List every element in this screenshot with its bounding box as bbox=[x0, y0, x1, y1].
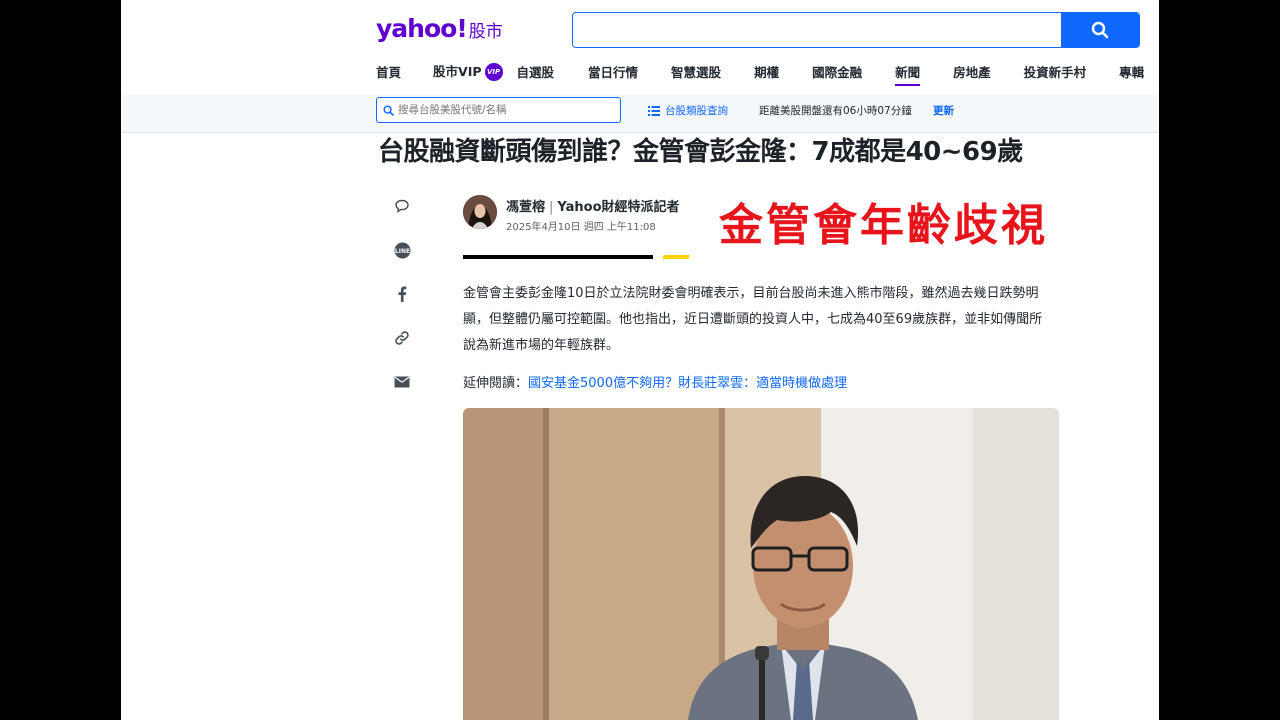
share-line-button[interactable]: LINE bbox=[389, 237, 415, 263]
facebook-icon bbox=[398, 286, 407, 302]
search-icon bbox=[1091, 21, 1109, 39]
site-search-box bbox=[572, 12, 1140, 48]
copy-link-button[interactable] bbox=[389, 325, 415, 351]
quote-search-input[interactable] bbox=[398, 104, 608, 116]
article-photo[interactable] bbox=[463, 408, 1059, 720]
comment-button[interactable] bbox=[389, 193, 415, 219]
author-line: 馮萱榕 | Yahoo財經特派記者 bbox=[506, 196, 680, 215]
nav-item-real-estate[interactable]: 房地產 bbox=[953, 62, 991, 81]
related-label: 延伸閱讀： bbox=[463, 376, 529, 391]
nav-item-news[interactable]: 新聞 bbox=[895, 62, 921, 86]
related-link[interactable]: 國安基金5000億不夠用？財長莊翠雲：適當時機做處理 bbox=[528, 376, 847, 391]
link-icon bbox=[395, 331, 409, 345]
publish-date: 2025年4月10日 週四 上午11:08 bbox=[506, 222, 656, 233]
share-facebook-button[interactable] bbox=[389, 281, 415, 307]
browser-page: yahoo! 股市 首頁 股市VIP VIP 自選股 當日行情 智慧選股 期權 國… bbox=[121, 0, 1159, 720]
author-avatar[interactable] bbox=[463, 195, 497, 229]
byline-divider-accent bbox=[662, 255, 690, 259]
article-headline: 台股融資斷頭傷到誰？金管會彭金隆：7成都是40~69歲 bbox=[378, 137, 1023, 167]
comment-icon bbox=[395, 199, 409, 213]
article-body: 金管會主委彭金隆10日於立法院財委會明確表示，目前台股尚未進入熊市階段，雖然過去… bbox=[463, 286, 1043, 353]
official-portrait-image bbox=[463, 408, 1059, 720]
nav-item-home[interactable]: 首頁 bbox=[376, 62, 401, 81]
share-rail: LINE bbox=[389, 193, 415, 413]
category-query-label: 台股類股查詢 bbox=[665, 105, 728, 117]
nav-item-beginner[interactable]: 投資新手村 bbox=[1024, 62, 1087, 81]
site-header: yahoo! 股市 首頁 股市VIP VIP 自選股 當日行情 智慧選股 期權 國… bbox=[121, 0, 1159, 95]
related-reading: 延伸閱讀：國安基金5000億不夠用？財長莊翠雲：適當時機做處理 bbox=[463, 372, 847, 391]
site-search-button[interactable] bbox=[1061, 13, 1139, 47]
nav-item-vip-label: 股市VIP bbox=[433, 63, 482, 79]
nav-item-daily-market[interactable]: 當日行情 bbox=[588, 62, 638, 81]
list-icon bbox=[648, 105, 660, 116]
nav-item-albums[interactable]: 專輯 bbox=[1119, 62, 1144, 81]
overlay-caption: 金管會年齡歧視 bbox=[719, 200, 1048, 251]
author-photo bbox=[463, 195, 497, 229]
category-query-link[interactable]: 台股類股查詢 bbox=[648, 103, 728, 118]
yahoo-stock-logo[interactable]: yahoo! 股市 bbox=[376, 14, 503, 46]
author-name[interactable]: 馮萱榕 bbox=[506, 200, 545, 215]
byline-divider bbox=[463, 255, 653, 259]
nav-item-watchlist[interactable]: 自選股 bbox=[517, 62, 555, 81]
vip-badge: VIP bbox=[484, 63, 503, 82]
author-separator: | bbox=[549, 200, 554, 215]
nav-item-smart-picks[interactable]: 智慧選股 bbox=[671, 62, 721, 81]
site-search-input[interactable] bbox=[573, 13, 1061, 47]
quote-subbar: 台股類股查詢 距離美股開盤還有06小時07分鐘 更新 bbox=[121, 95, 1159, 133]
logo-text: yahoo! bbox=[376, 14, 468, 43]
market-open-countdown: 距離美股開盤還有06小時07分鐘 bbox=[759, 105, 912, 117]
share-mail-button[interactable] bbox=[389, 369, 415, 395]
refresh-link[interactable]: 更新 bbox=[933, 103, 954, 118]
nav-item-vip[interactable]: 股市VIP VIP bbox=[433, 61, 503, 82]
nav-item-options[interactable]: 期權 bbox=[754, 62, 779, 81]
nav-item-intl-finance[interactable]: 國際金融 bbox=[812, 62, 862, 81]
author-title: Yahoo財經特派記者 bbox=[557, 200, 680, 215]
search-icon bbox=[383, 104, 394, 116]
svg-text:LINE: LINE bbox=[394, 248, 409, 255]
line-icon: LINE bbox=[394, 242, 410, 258]
main-nav: 首頁 股市VIP VIP 自選股 當日行情 智慧選股 期權 國際金融 新聞 房地產… bbox=[376, 60, 1144, 86]
mail-icon bbox=[394, 376, 410, 388]
logo-section-label: 股市 bbox=[468, 22, 503, 42]
quote-search-box[interactable] bbox=[376, 97, 621, 123]
